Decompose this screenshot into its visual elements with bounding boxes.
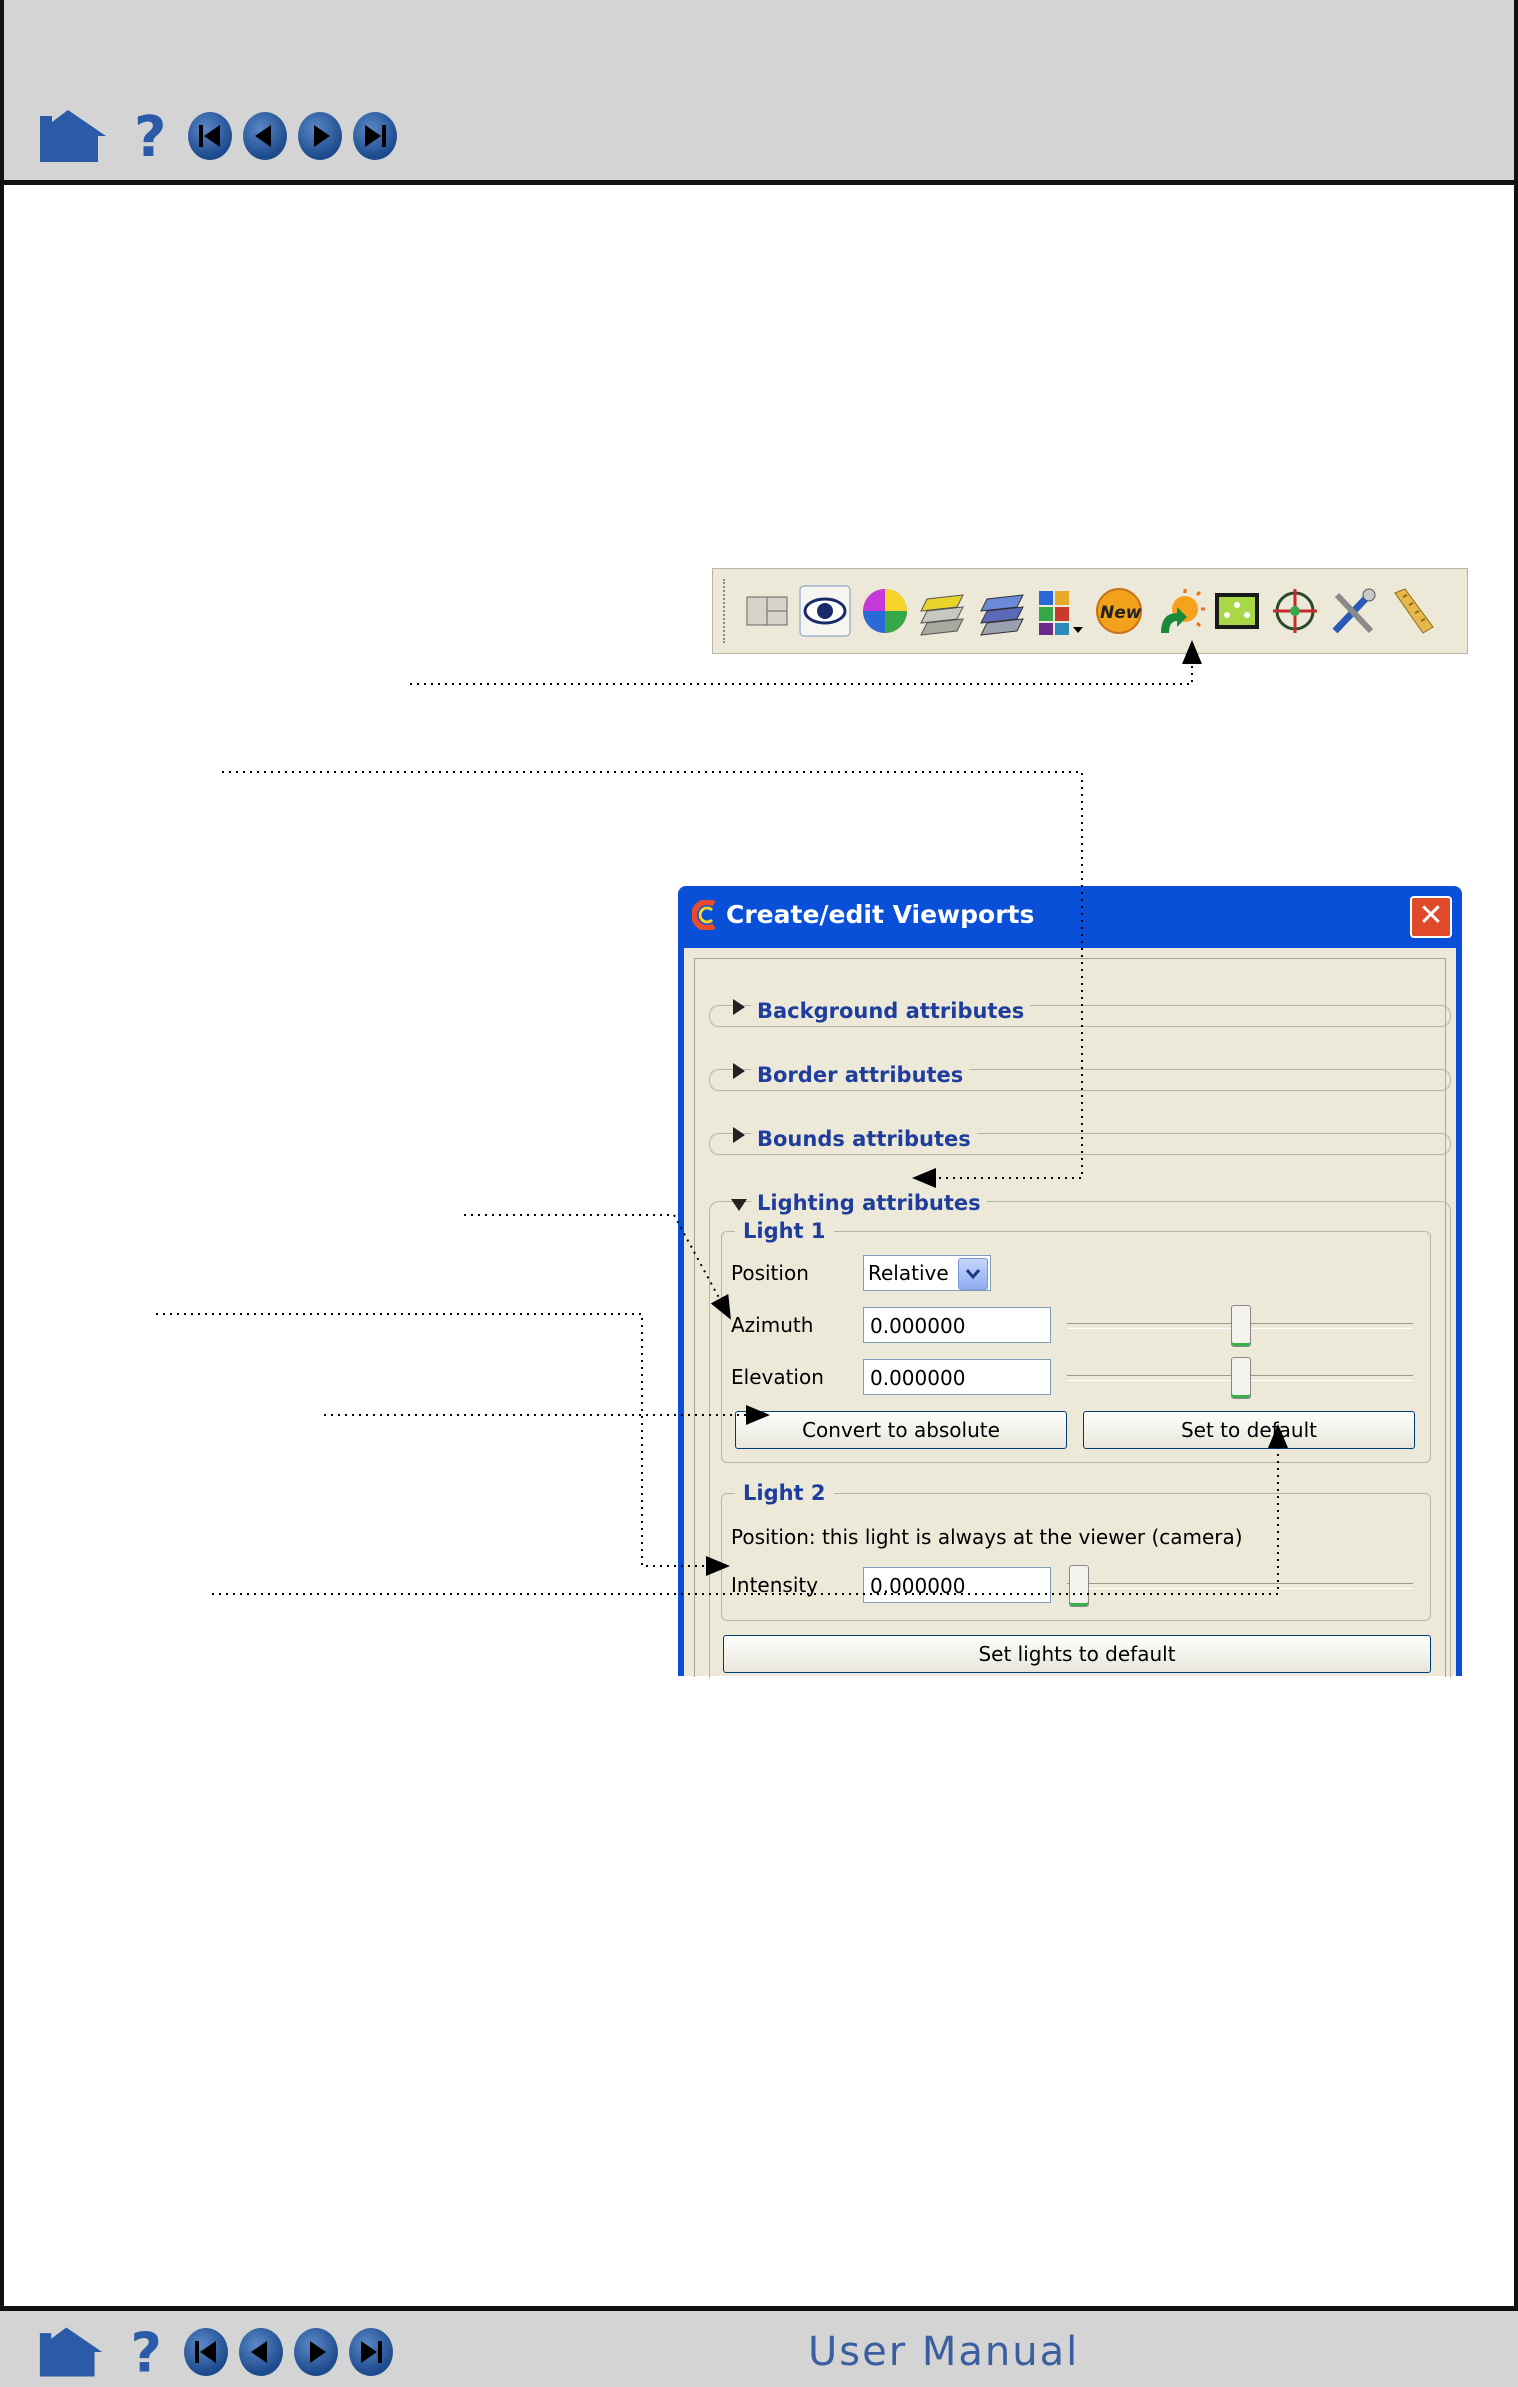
- svg-text:?: ?: [131, 2325, 162, 2379]
- home-icon[interactable]: [38, 2325, 104, 2379]
- leader-set-default: [212, 1424, 1288, 1595]
- manual-title: User Manual: [808, 2329, 1080, 2375]
- help-icon[interactable]: ?: [126, 2325, 166, 2379]
- last-page-icon[interactable]: [349, 2328, 393, 2376]
- first-page-icon[interactable]: [184, 2328, 228, 2376]
- callout-leaders: [156, 640, 1288, 1595]
- leader-azimuth: [464, 1214, 731, 1320]
- leader-intensity: [156, 1313, 730, 1576]
- prev-page-icon[interactable]: [239, 2328, 283, 2376]
- leader-lighting-icon: [410, 640, 1202, 685]
- leader-lighting-attributes: [222, 771, 1083, 1188]
- bottom-nav: ?: [38, 2325, 404, 2379]
- next-page-icon[interactable]: [294, 2328, 338, 2376]
- footer-band: ? User Manual: [0, 2306, 1518, 2387]
